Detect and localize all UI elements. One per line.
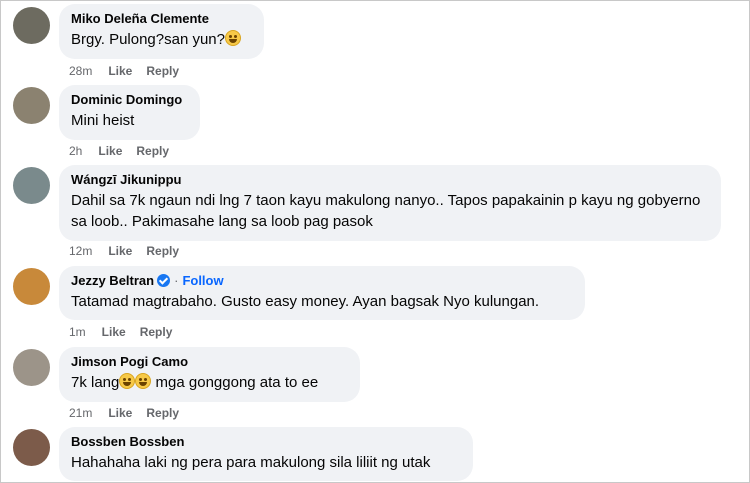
avatar[interactable] <box>13 167 50 204</box>
like-button[interactable]: Like <box>102 325 126 339</box>
comment-bubble: Jimson Pogi Camo 7k lang mga gonggong at… <box>59 347 360 402</box>
avatar[interactable] <box>13 429 50 466</box>
avatar[interactable] <box>13 7 50 44</box>
like-button[interactable]: Like <box>108 244 132 258</box>
comment-text: Tatamad magtrabaho. Gusto easy money. Ay… <box>71 293 540 310</box>
comment-text: Mini heist <box>71 112 135 129</box>
verified-badge-icon <box>157 274 171 287</box>
separator-dot: · <box>174 273 179 288</box>
like-button[interactable]: Like <box>98 144 122 158</box>
comment-author-row: Jezzy Beltran · Follow <box>71 272 573 289</box>
comment-timestamp[interactable]: 12m <box>69 244 92 258</box>
comment-author[interactable]: Wángzī Jikunippu <box>71 171 709 188</box>
comment-bubble: Dominic Domingo Mini heist <box>59 85 200 140</box>
comment-text: Dahil sa 7k ngaun ndi lng 7 taon kayu ma… <box>71 192 701 230</box>
reply-button[interactable]: Reply <box>136 144 169 158</box>
comment-text: Hahahaha laki ng pera para makulong sila… <box>71 454 431 471</box>
comment-text: Brgy. Pulong?san yun? <box>71 29 252 50</box>
comments-panel: Miko Deleña Clemente Brgy. Pulong?san yu… <box>0 0 750 483</box>
grinning-face-emoji-icon <box>119 373 136 389</box>
comment-actions: 21m Like Reply <box>69 406 193 420</box>
avatar[interactable] <box>13 87 50 124</box>
comment-author[interactable]: Bossben Bossben <box>71 433 461 450</box>
comment-bubble: Wángzī Jikunippu Dahil sa 7k ngaun ndi l… <box>59 165 721 241</box>
reply-button[interactable]: Reply <box>140 325 173 339</box>
follow-button[interactable]: Follow <box>182 273 223 288</box>
comment-text-content: mga gonggong ata to ee <box>151 374 319 391</box>
comment-actions: 28m Like Reply <box>69 64 193 78</box>
comment-timestamp[interactable]: 1m <box>69 325 86 339</box>
comment-bubble: Bossben Bossben Hahahaha laki ng pera pa… <box>59 427 473 481</box>
comment-text-content: Brgy. Pulong?san yun? <box>71 31 225 48</box>
comment-actions: 1m Like Reply <box>69 325 186 339</box>
comment-timestamp[interactable]: 2h <box>69 144 82 158</box>
avatar[interactable] <box>13 268 50 305</box>
comment-author[interactable]: Dominic Domingo <box>71 91 188 108</box>
comment-bubble: Jezzy Beltran · Follow Tatamad magtrabaho.… <box>59 266 585 320</box>
avatar[interactable] <box>13 349 50 386</box>
comment-timestamp[interactable]: 21m <box>69 406 92 420</box>
reply-button[interactable]: Reply <box>146 64 179 78</box>
comment-text: 7k lang mga gonggong ata to ee <box>71 372 348 393</box>
comment-author[interactable]: Miko Deleña Clemente <box>71 10 252 27</box>
comment-author[interactable]: Jimson Pogi Camo <box>71 353 348 370</box>
reply-button[interactable]: Reply <box>146 244 179 258</box>
reply-button[interactable]: Reply <box>146 406 179 420</box>
like-button[interactable]: Like <box>108 64 132 78</box>
grinning-face-emoji-icon <box>225 30 241 46</box>
comment-author[interactable]: Jezzy Beltran <box>71 273 154 288</box>
comment-bubble: Miko Deleña Clemente Brgy. Pulong?san yu… <box>59 4 264 59</box>
comment-actions: 12m Like Reply <box>69 244 193 258</box>
comment-text-content: 7k lang <box>71 374 120 391</box>
comment-actions: 2h Like Reply <box>69 144 183 158</box>
like-button[interactable]: Like <box>108 406 132 420</box>
grinning-face-emoji-icon <box>135 373 152 389</box>
comment-timestamp[interactable]: 28m <box>69 64 92 78</box>
